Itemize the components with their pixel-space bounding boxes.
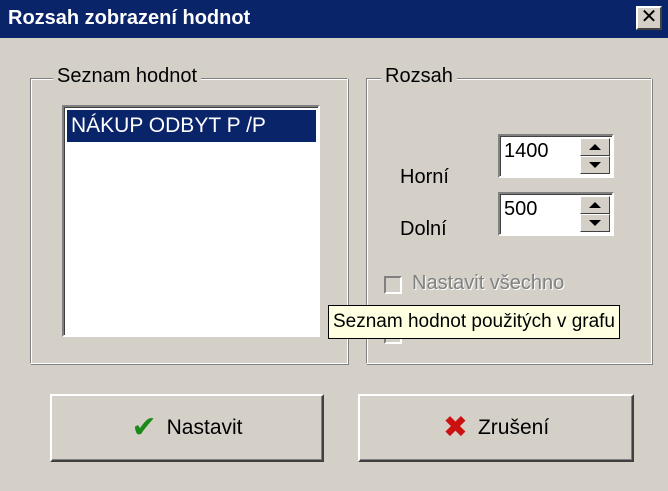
arrow-up-icon (589, 144, 601, 150)
set-all-label: Nastavit všechno (412, 272, 565, 294)
upper-spin-buttons (580, 138, 610, 174)
cancel-button-content: ✖ Zrušení (360, 396, 632, 460)
cancel-button[interactable]: ✖ Zrušení (358, 394, 634, 462)
set-button[interactable]: ✔ Nastavit (50, 394, 324, 462)
lower-spinbox[interactable]: 500 (498, 192, 614, 236)
tooltip: Seznam hodnot použitých v grafu (328, 305, 621, 339)
lower-spin-buttons (580, 196, 610, 232)
upper-spin-up-button[interactable] (580, 138, 610, 156)
arrow-down-icon (589, 220, 601, 226)
range-group-label: Rozsah (381, 65, 457, 88)
values-group-label: Seznam hodnot (53, 65, 202, 88)
cancel-button-label: Zrušení (477, 416, 550, 439)
arrow-down-icon (589, 162, 601, 168)
arrow-up-icon (589, 202, 601, 208)
upper-label: Horní (400, 166, 449, 188)
lower-label: Dolní (400, 218, 447, 240)
upper-spin-down-button[interactable] (580, 156, 610, 174)
dialog-window: Rozsah zobrazení hodnot ✕ Seznam hodnot … (0, 0, 668, 491)
set-button-label: Nastavit (166, 416, 243, 439)
x-icon: ✖ (442, 411, 468, 444)
upper-value[interactable]: 1400 (504, 140, 549, 163)
values-listbox[interactable]: NÁKUP ODBYT P /P (62, 105, 320, 337)
checkmark-icon: ✔ (131, 411, 157, 444)
set-all-checkbox[interactable] (384, 276, 402, 294)
lower-spin-down-button[interactable] (580, 214, 610, 232)
lower-spin-up-button[interactable] (580, 196, 610, 214)
window-title: Rozsah zobrazení hodnot (8, 7, 251, 29)
title-bar[interactable]: Rozsah zobrazení hodnot ✕ (0, 0, 668, 38)
set-button-content: ✔ Nastavit (52, 396, 322, 460)
lower-value[interactable]: 500 (504, 198, 537, 221)
list-item[interactable]: NÁKUP ODBYT P /P (67, 110, 316, 142)
upper-spinbox[interactable]: 1400 (498, 134, 614, 178)
close-icon: ✕ (640, 6, 658, 28)
close-button[interactable]: ✕ (636, 6, 662, 30)
